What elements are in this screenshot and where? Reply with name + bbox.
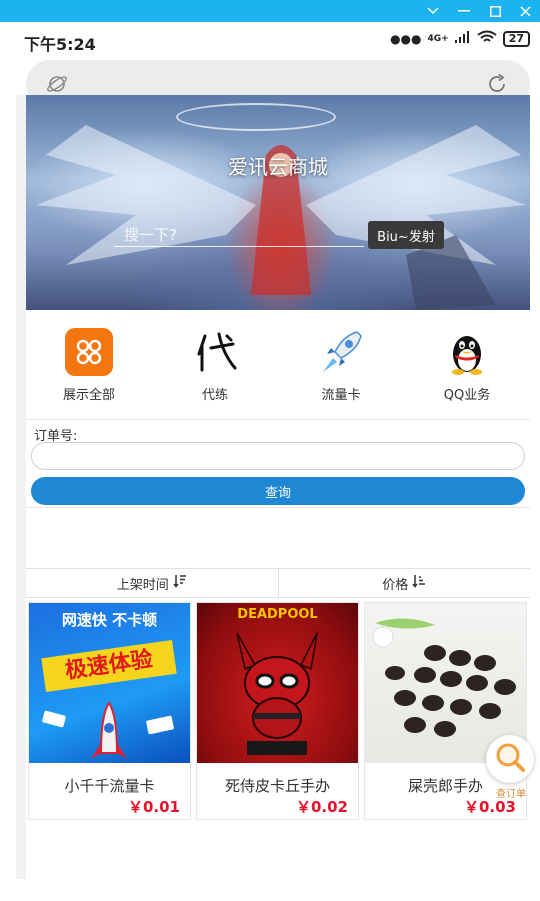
- hero-banner: 爱讯云商城 Biu~发射: [26, 95, 530, 310]
- sort-time-label: 上架时间: [116, 577, 169, 593]
- order-query-section: 订单号: 查询: [26, 420, 530, 508]
- status-time: 下午5:24: [24, 35, 96, 54]
- magnifier-icon: [493, 740, 527, 778]
- qq-penguin-icon: [443, 328, 491, 376]
- page-edge: [16, 95, 26, 879]
- banner-search-input[interactable]: [114, 223, 364, 247]
- category-label: 代练: [201, 388, 228, 403]
- close-icon[interactable]: [510, 0, 540, 22]
- product-name: 小千千流量卡: [64, 777, 155, 795]
- category-data-card[interactable]: 流量卡: [278, 310, 404, 419]
- rocket-illustration: [42, 701, 174, 759]
- category-qq[interactable]: QQ业务: [404, 310, 530, 419]
- sort-by-price[interactable]: 价格: [277, 569, 531, 597]
- chevron-down-icon[interactable]: [418, 0, 448, 22]
- order-number-input[interactable]: [31, 442, 525, 470]
- product-image-deadpool-pikachu: DEADPOOL: [197, 603, 358, 763]
- status-bar: 下午5:24 ●●● 4G+ 27: [0, 22, 540, 58]
- window-title-bar: [0, 0, 540, 22]
- product-image-data-card: 网速快 不卡顿 极速体验: [29, 603, 190, 763]
- angel-wings-illustration: [36, 125, 526, 310]
- category-label: 流量卡: [321, 388, 361, 403]
- query-button[interactable]: 查询: [31, 477, 525, 505]
- network-label: 4G+: [427, 33, 449, 44]
- product-grid: 网速快 不卡顿 极速体验 小千千流量卡 ￥0.01 DEADPOOL 死侍皮卡丘…: [28, 602, 530, 820]
- sort-price-label: 价格: [382, 577, 409, 593]
- sort-asc-icon: [412, 574, 426, 592]
- battery-level: 27: [502, 30, 530, 47]
- category-boosting[interactable]: 代练: [152, 310, 278, 419]
- category-label: 展示全部: [62, 388, 115, 403]
- product-name: 死侍皮卡丘手办: [224, 777, 330, 795]
- product-card[interactable]: DEADPOOL 死侍皮卡丘手办 ￥0.02: [196, 602, 359, 820]
- product-price: ￥0.01: [127, 798, 180, 816]
- sort-desc-icon: [173, 574, 187, 592]
- order-search-float-button[interactable]: [486, 735, 534, 783]
- status-icons: ●●● 4G+ 27: [390, 30, 530, 47]
- signal-icon: [454, 31, 471, 46]
- more-dots-icon: ●●●: [390, 31, 422, 46]
- product-price: ￥0.02: [295, 798, 348, 816]
- grid-icon: [65, 328, 113, 376]
- rocket-icon: [317, 328, 365, 376]
- maximize-icon[interactable]: [480, 0, 510, 22]
- web-page: 爱讯云商城 Biu~发射 展示全部 代练 流量卡 QQ业务: [26, 95, 530, 879]
- minimize-icon[interactable]: [449, 0, 479, 22]
- category-label: QQ业务: [443, 388, 491, 403]
- sort-by-time[interactable]: 上架时间: [26, 569, 278, 597]
- category-nav: 展示全部 代练 流量卡 QQ业务: [26, 310, 530, 420]
- order-search-label[interactable]: 查订单: [496, 785, 526, 800]
- product-card[interactable]: 网速快 不卡顿 极速体验 小千千流量卡 ￥0.01: [28, 602, 191, 820]
- launch-search-button[interactable]: Biu~发射: [368, 221, 444, 249]
- sort-bar: 上架时间 价格: [26, 568, 530, 598]
- figure-illustration: [236, 632, 318, 755]
- shop-title: 爱讯云商城: [228, 155, 328, 179]
- dai-calligraphy-icon: [191, 328, 239, 376]
- category-show-all[interactable]: 展示全部: [26, 310, 152, 419]
- wifi-icon: [477, 30, 497, 47]
